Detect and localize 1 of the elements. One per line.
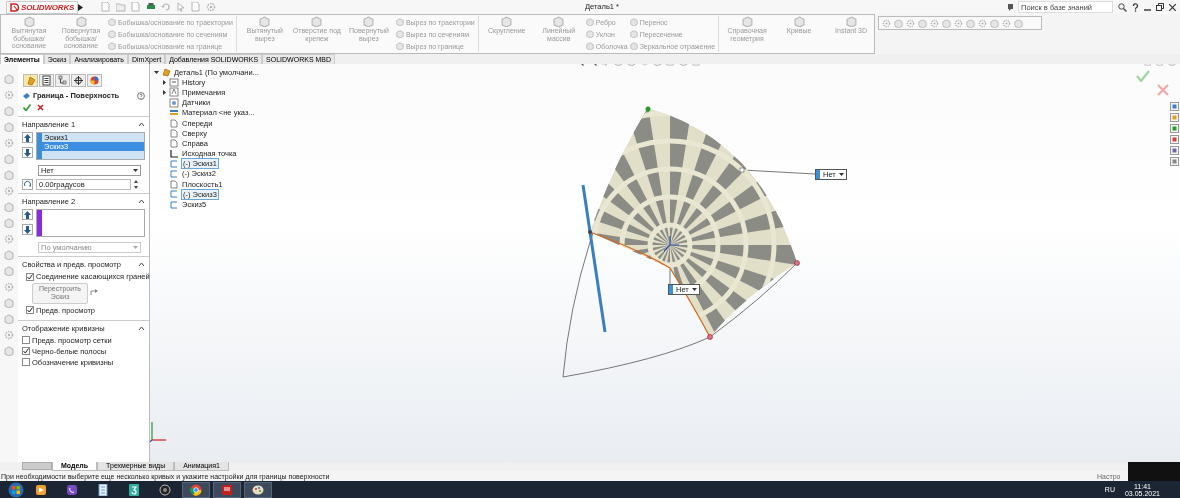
logo-text: SOLIDWORKS [21, 2, 75, 12]
